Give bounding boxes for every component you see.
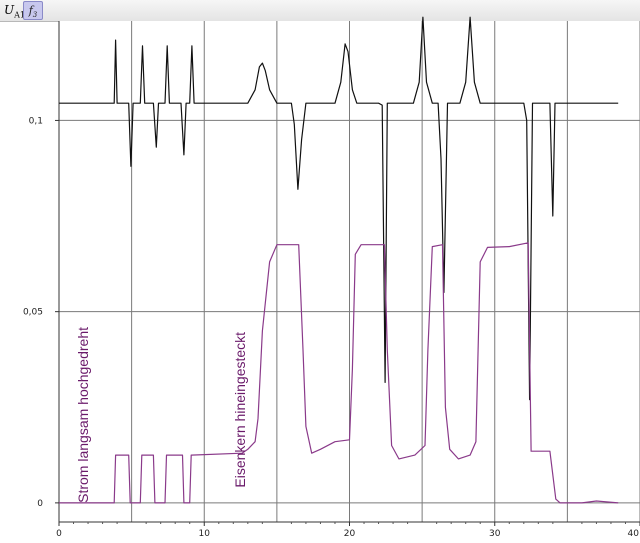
x-tick-label: 10: [199, 529, 211, 539]
x-tick-label: 40: [628, 529, 640, 539]
y-tick-label: 0: [37, 499, 43, 509]
annotation-label: Eisenkern hineingesteckt: [232, 332, 248, 488]
y-tick-label: 0,05: [23, 308, 43, 318]
x-tick-label: 30: [489, 529, 501, 539]
chart-plot: 0 10 20 30 40 0 0,05 0,1 Strom langsam hochgedr…: [23, 16, 640, 539]
x-tick-label: 20: [344, 529, 356, 539]
annotation-label: Strom langsam hochgedreht: [75, 327, 91, 503]
x-tick-label: 0: [56, 529, 62, 539]
y-tick-label: 0,1: [29, 116, 43, 126]
